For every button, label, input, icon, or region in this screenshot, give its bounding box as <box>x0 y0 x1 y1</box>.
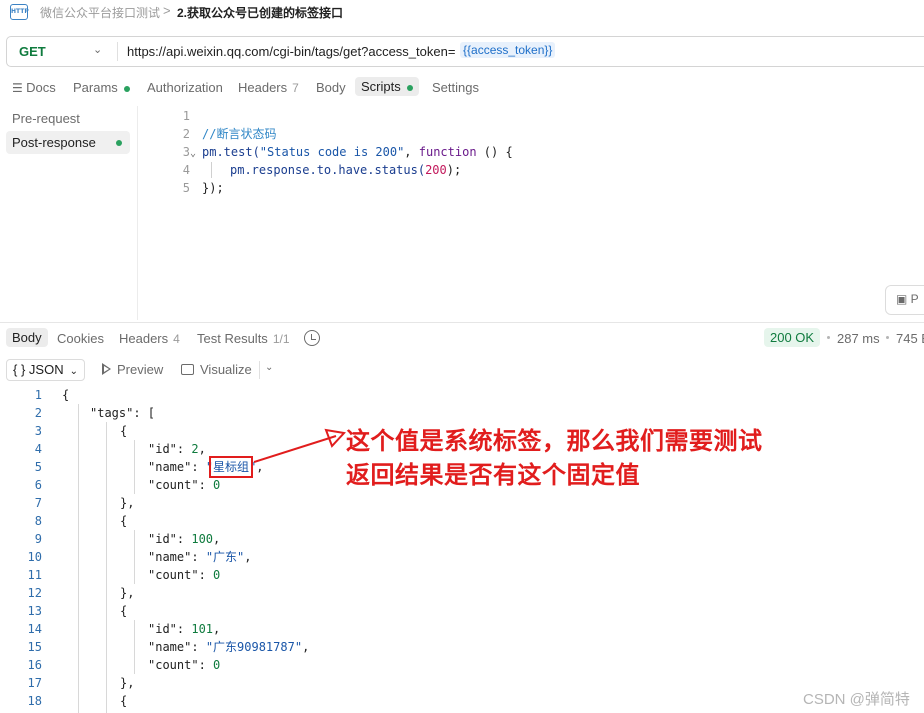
modified-dot <box>406 84 413 91</box>
http-icon: HTTP <box>10 4 29 20</box>
tab-settings[interactable]: Settings <box>432 80 479 95</box>
json-line: 11 "count": 0 <box>27 568 221 582</box>
divider <box>259 361 260 379</box>
modified-dot <box>123 85 130 92</box>
annotation-arrow <box>253 428 346 463</box>
json-line: 7}, <box>34 496 135 510</box>
response-tab-body[interactable]: Body <box>6 328 48 347</box>
json-line: 2 "tags": [ <box>34 406 156 420</box>
tab-authorization[interactable]: Authorization <box>147 80 223 95</box>
chevron-down-icon[interactable]: ⌄ <box>93 43 102 56</box>
response-tab-test-results[interactable]: Test Results 1/1 <box>197 331 290 346</box>
json-line: 3{ <box>34 424 128 438</box>
divider <box>137 106 138 320</box>
response-size[interactable]: 745 B <box>896 331 924 346</box>
response-tab-headers[interactable]: Headers 4 <box>119 331 180 346</box>
json-line: 14 "id": 101, <box>27 622 221 636</box>
json-line: 13{ <box>27 604 128 618</box>
chevron-down-icon: ⌄ <box>69 366 78 377</box>
json-line: 18{ <box>27 694 128 708</box>
status-badge[interactable]: 200 OK <box>764 328 821 347</box>
json-line: 17}, <box>27 676 135 690</box>
editor-line: 3⌄ pm.test("Status code is 200", function… <box>150 143 513 161</box>
image-icon <box>181 364 194 375</box>
calendar-icon: ▣ <box>896 292 911 306</box>
separator-dot <box>827 336 830 339</box>
divider <box>0 322 924 323</box>
editor-line: 1 <box>182 109 190 123</box>
tab-headers[interactable]: Headers 7 <box>238 80 299 95</box>
highlight-box <box>209 456 253 478</box>
json-line: 16 "count": 0 <box>27 658 221 672</box>
breadcrumb-parent[interactable]: 微信公众平台接口测试 <box>40 4 160 21</box>
json-line: 6 "count": 0 <box>34 478 221 492</box>
response-tab-cookies[interactable]: Cookies <box>57 331 104 346</box>
tab-body[interactable]: Body <box>316 80 346 95</box>
json-line: 15 "name": "广东90981787", <box>27 640 310 654</box>
docs-icon: ☰ <box>12 81 27 95</box>
tab-scripts[interactable]: Scripts <box>355 77 419 96</box>
url-variable[interactable]: {{access_token}} <box>460 42 556 58</box>
breadcrumb: HTTP 微信公众平台接口测试 > 2.获取公众号已创建的标签接口 <box>0 0 924 26</box>
pre-request-section[interactable]: Pre-request <box>6 107 130 130</box>
url-bar: GET ⌄ https://api.weixin.qq.com/cgi-bin/… <box>6 36 924 67</box>
editor-line: 4 pm.response.to.have.status(200); <box>182 163 462 177</box>
editor-line: 5 }); <box>182 181 224 195</box>
preview-button[interactable]: Preview <box>102 362 163 377</box>
history-icon[interactable] <box>304 330 320 346</box>
chevron-down-icon[interactable]: ⌄ <box>265 362 273 373</box>
visualize-button[interactable]: Visualize <box>181 362 252 377</box>
modified-dot <box>116 140 122 146</box>
indent-guide <box>211 162 212 178</box>
play-icon <box>102 363 111 375</box>
watermark: CSDN @弹简特 <box>803 691 910 708</box>
json-line: 9 "id": 100, <box>34 532 221 546</box>
chevron-right-icon: > <box>163 3 171 18</box>
post-response-section[interactable]: Post-response <box>6 131 130 154</box>
json-line: 4 "id": 2, <box>34 442 206 456</box>
tab-params[interactable]: Params <box>73 80 130 95</box>
method-select[interactable]: GET <box>19 44 46 59</box>
json-line: 1{ <box>34 388 70 402</box>
request-tabs: ☰ Docs Params Authorization Headers 7 Bod… <box>0 76 924 100</box>
json-line: 8{ <box>34 514 128 528</box>
request-title[interactable]: 2.获取公众号已创建的标签接口 <box>177 4 343 21</box>
separator-dot <box>886 336 889 339</box>
json-line: 12}, <box>27 586 135 600</box>
json-line: 10 "name": "广东", <box>27 550 252 564</box>
floating-action-button[interactable]: ▣ P <box>885 285 924 315</box>
tab-docs[interactable]: ☰ Docs <box>12 80 56 95</box>
url-divider <box>117 42 118 61</box>
annotation-text-line1: 这个值是系统标签，那么我们需要测试 <box>346 427 763 455</box>
response-time[interactable]: 287 ms <box>837 331 880 346</box>
url-input[interactable]: https://api.weixin.qq.com/cgi-bin/tags/g… <box>127 44 455 59</box>
annotation-text-line2: 返回结果是否有这个固定值 <box>346 461 640 489</box>
format-select[interactable]: { } JSON ⌄ <box>6 359 85 381</box>
editor-line: 2 //断言状态码 <box>182 127 277 141</box>
